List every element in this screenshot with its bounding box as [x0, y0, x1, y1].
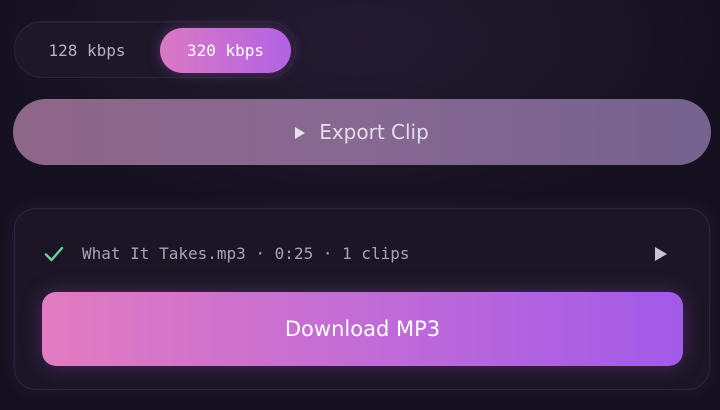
export-clip-button[interactable]: Export Clip — [13, 99, 711, 165]
play-icon[interactable] — [655, 247, 667, 261]
separator: · — [313, 244, 343, 263]
export-clip-label: Export Clip — [319, 120, 429, 144]
bitrate-selector: 128 kbps 320 kbps — [14, 21, 296, 78]
bitrate-option-128[interactable]: 128 kbps — [23, 28, 151, 73]
play-icon — [295, 126, 306, 139]
clip-count: 1 clips — [342, 244, 410, 263]
check-icon — [44, 246, 64, 262]
exported-file-row: What It Takes.mp3 · 0:25 · 1 clips — [15, 239, 709, 269]
file-name: What It Takes.mp3 — [82, 244, 246, 263]
file-info: What It Takes.mp3 · 0:25 · 1 clips — [82, 244, 410, 263]
separator: · — [245, 244, 275, 263]
download-mp3-button[interactable]: Download MP3 — [42, 292, 683, 366]
file-duration: 0:25 — [274, 244, 314, 263]
bitrate-option-320[interactable]: 320 kbps — [160, 28, 291, 73]
export-result-card: What It Takes.mp3 · 0:25 · 1 clips Downl… — [14, 208, 710, 390]
